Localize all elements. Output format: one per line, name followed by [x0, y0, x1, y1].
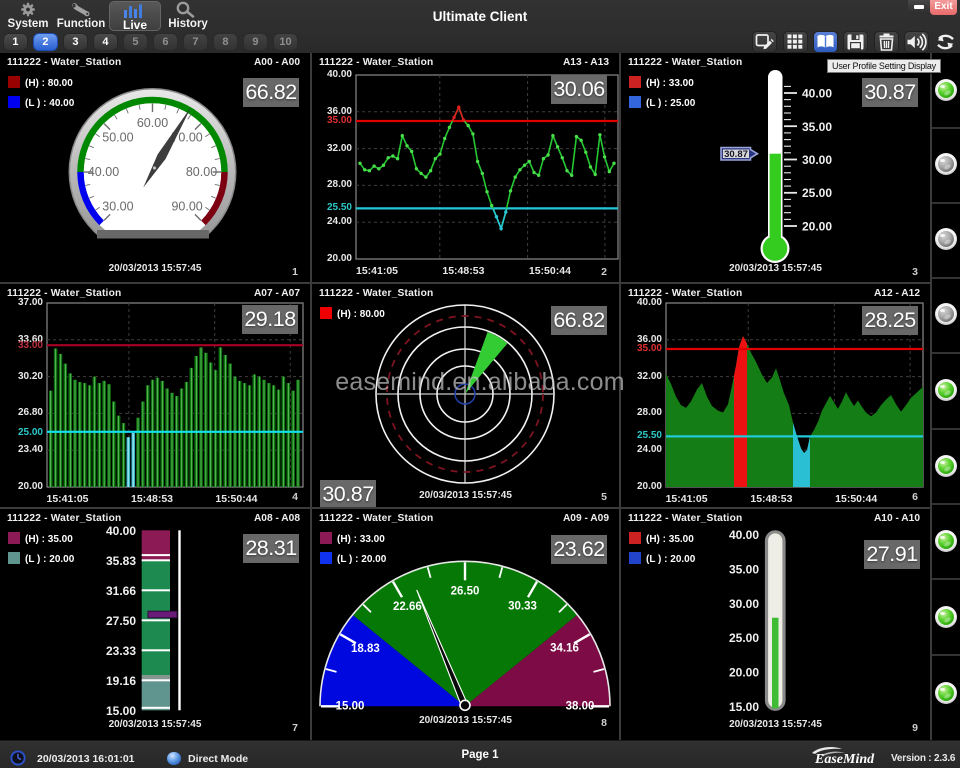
svg-text:50.00: 50.00: [102, 130, 133, 144]
svg-text:35.00: 35.00: [802, 120, 832, 134]
svg-text:60.00: 60.00: [137, 116, 168, 130]
svg-text:40.00: 40.00: [88, 165, 119, 179]
svg-text:40.00: 40.00: [802, 87, 832, 101]
svg-text:38.00: 38.00: [566, 700, 595, 712]
svg-text:34.16: 34.16: [550, 643, 579, 655]
svg-text:35.00: 35.00: [729, 563, 759, 577]
svg-text:30.00: 30.00: [802, 153, 832, 167]
svg-text:25.00: 25.00: [729, 631, 759, 645]
svg-text:22.66: 22.66: [393, 601, 422, 613]
svg-text:27.50: 27.50: [106, 614, 136, 628]
svg-text:30.87: 30.87: [724, 149, 748, 160]
svg-text:30.33: 30.33: [508, 601, 537, 613]
svg-text:20.00: 20.00: [802, 220, 832, 234]
svg-text:30.00: 30.00: [102, 200, 133, 214]
svg-text:40.00: 40.00: [106, 524, 136, 538]
svg-text:90.00: 90.00: [171, 200, 202, 214]
svg-text:15.00: 15.00: [729, 700, 759, 714]
svg-text:31.66: 31.66: [106, 584, 136, 598]
svg-text:40.00: 40.00: [729, 528, 759, 542]
svg-text:30.00: 30.00: [729, 597, 759, 611]
svg-text:19.16: 19.16: [106, 674, 136, 688]
svg-text:20.00: 20.00: [729, 666, 759, 680]
svg-text:80.00: 80.00: [186, 165, 217, 179]
svg-text:15.00: 15.00: [336, 700, 365, 712]
svg-text:23.33: 23.33: [106, 644, 136, 658]
svg-text:35.83: 35.83: [106, 554, 136, 568]
svg-text:26.50: 26.50: [451, 585, 480, 597]
svg-text:18.83: 18.83: [351, 643, 380, 655]
svg-text:EaseMind: EaseMind: [814, 752, 875, 767]
svg-text:15.00: 15.00: [106, 704, 136, 718]
svg-text:25.00: 25.00: [802, 186, 832, 200]
